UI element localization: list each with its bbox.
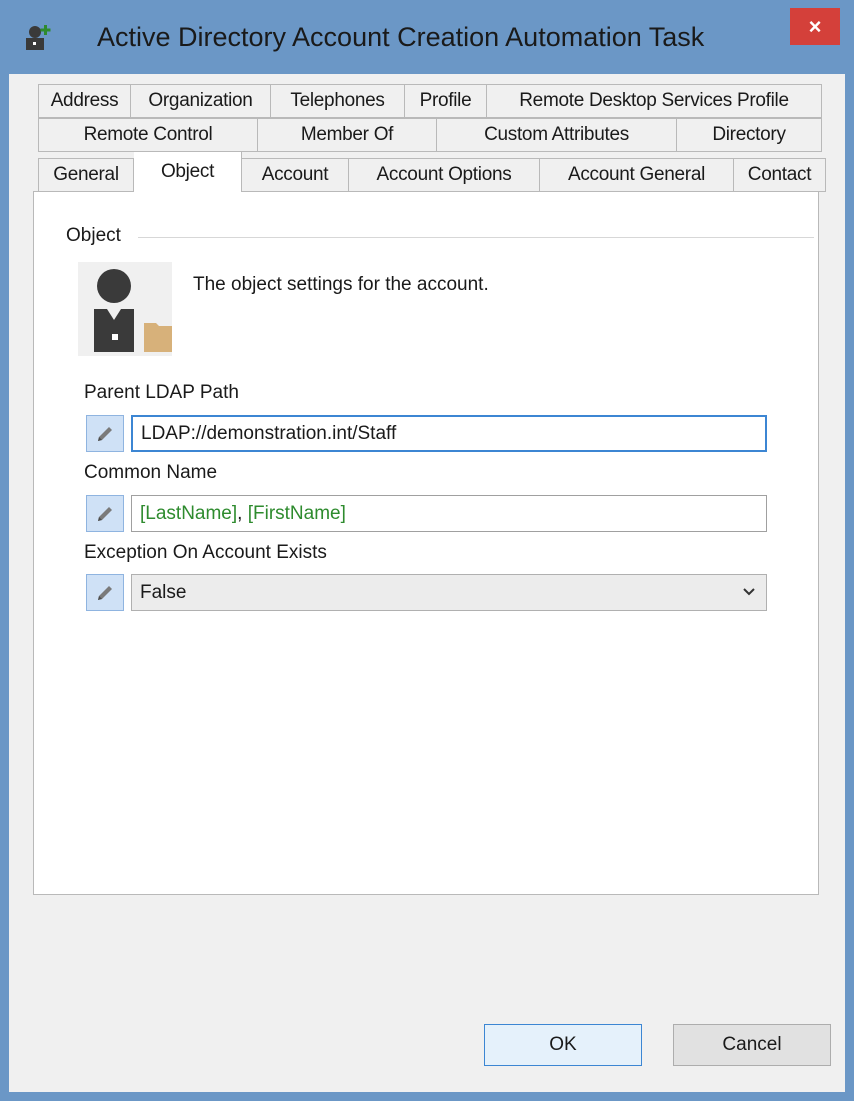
pencil-icon bbox=[98, 426, 112, 441]
dialog-body: Address Organization Telephones Profile … bbox=[9, 74, 845, 1092]
tab-remote-control[interactable]: Remote Control bbox=[38, 118, 258, 152]
tab-custom-attributes[interactable]: Custom Attributes bbox=[437, 118, 677, 152]
tab-general[interactable]: General bbox=[38, 158, 134, 192]
common-name-edit-button[interactable] bbox=[86, 495, 124, 532]
tab-address[interactable]: Address bbox=[38, 84, 131, 118]
pencil-icon bbox=[98, 585, 112, 600]
tab-telephones[interactable]: Telephones bbox=[271, 84, 405, 118]
tab-account-options[interactable]: Account Options bbox=[349, 158, 540, 192]
tab-object[interactable]: Object bbox=[134, 151, 242, 192]
user-folder-icon bbox=[78, 262, 172, 356]
ok-button[interactable]: OK bbox=[484, 1024, 642, 1066]
last-name-token: [LastName] bbox=[140, 502, 238, 524]
close-icon: × bbox=[808, 13, 822, 39]
tab-row-3: General Object Account Account Options A… bbox=[38, 151, 826, 192]
pencil-icon bbox=[98, 506, 112, 521]
exception-on-account-exists-select[interactable]: False bbox=[131, 574, 767, 611]
tab-row-1: Address Organization Telephones Profile … bbox=[38, 84, 822, 118]
tab-account[interactable]: Account bbox=[242, 158, 349, 192]
token-separator: , bbox=[237, 502, 248, 524]
tab-row-2: Remote Control Member Of Custom Attribut… bbox=[38, 118, 822, 152]
tab-account-general[interactable]: Account General bbox=[540, 158, 734, 192]
tab-contact[interactable]: Contact bbox=[734, 158, 826, 192]
parent-ldap-path-input[interactable]: LDAP://demonstration.int/Staff bbox=[131, 415, 767, 452]
window-title: Active Directory Account Creation Automa… bbox=[97, 22, 705, 52]
panel-description: The object settings for the account. bbox=[193, 274, 489, 295]
parent-ldap-path-label: Parent LDAP Path bbox=[84, 382, 239, 403]
group-title: Object bbox=[66, 225, 121, 246]
common-name-label: Common Name bbox=[84, 462, 218, 483]
tab-directory[interactable]: Directory bbox=[677, 118, 822, 152]
close-button[interactable]: × bbox=[790, 8, 840, 45]
tab-profile[interactable]: Profile bbox=[405, 84, 487, 118]
title-bar[interactable]: Active Directory Account Creation Automa… bbox=[0, 0, 854, 74]
object-tab-panel: Object The object settings for the accou… bbox=[33, 191, 819, 895]
add-user-icon bbox=[26, 25, 51, 50]
group-divider bbox=[138, 237, 814, 238]
tab-remote-desktop-services-profile[interactable]: Remote Desktop Services Profile bbox=[487, 84, 822, 118]
dialog-window: Active Directory Account Creation Automa… bbox=[0, 0, 854, 1101]
exception-selected-value: False bbox=[140, 581, 187, 603]
chevron-down-icon bbox=[743, 588, 755, 596]
tab-member-of[interactable]: Member Of bbox=[258, 118, 437, 152]
tab-organization[interactable]: Organization bbox=[131, 84, 271, 118]
parent-ldap-path-edit-button[interactable] bbox=[86, 415, 124, 452]
exception-edit-button[interactable] bbox=[86, 574, 124, 611]
first-name-token: [FirstName] bbox=[247, 502, 346, 524]
parent-ldap-path-value: LDAP://demonstration.int/Staff bbox=[141, 422, 397, 444]
common-name-input[interactable]: [LastName] , [FirstName] bbox=[131, 495, 767, 532]
exception-on-account-exists-label: Exception On Account Exists bbox=[84, 542, 327, 563]
cancel-button[interactable]: Cancel bbox=[673, 1024, 831, 1066]
